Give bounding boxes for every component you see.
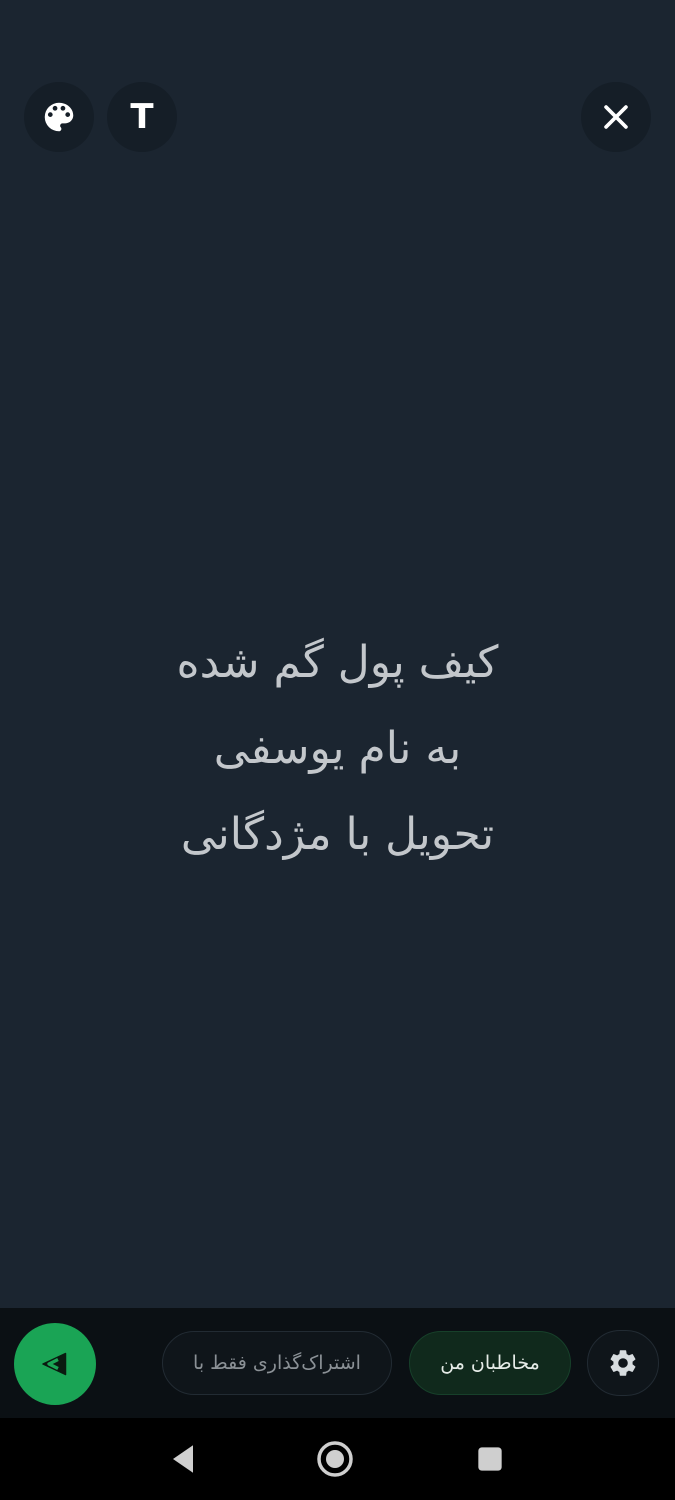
status-text-line-3: تحویل با مژدگانی: [180, 809, 495, 860]
my-contacts-button[interactable]: مخاطبان من: [409, 1331, 571, 1395]
home-icon: [317, 1441, 353, 1477]
gear-icon: [610, 1350, 636, 1376]
close-icon: [604, 105, 628, 129]
nav-back-button[interactable]: [160, 1436, 206, 1482]
nav-home-button[interactable]: [312, 1436, 358, 1482]
text-style-label: T: [130, 97, 154, 137]
nav-recents-button[interactable]: [467, 1436, 513, 1482]
palette-button[interactable]: [24, 82, 94, 152]
close-button[interactable]: [581, 82, 651, 152]
share-only-with-button[interactable]: اشتراک‌گذاری فقط با: [162, 1331, 392, 1395]
status-text-line-2: به نام یوسفی: [213, 723, 462, 774]
text-style-button[interactable]: T: [107, 82, 177, 152]
privacy-settings-button[interactable]: [587, 1330, 659, 1396]
system-navigation-bar: [0, 1418, 675, 1500]
palette-icon: [44, 102, 74, 132]
send-button[interactable]: [14, 1323, 96, 1405]
send-icon: [42, 1352, 67, 1376]
status-text[interactable]: کیف پول گم شده به نام یوسفی تحویل با مژد…: [0, 620, 675, 878]
back-icon: [173, 1445, 193, 1473]
recents-icon: [478, 1447, 502, 1471]
status-text-line-1: کیف پول گم شده: [176, 637, 499, 688]
share-only-with-label: اشتراک‌گذاری فقط با: [193, 1352, 361, 1374]
my-contacts-label: مخاطبان من: [440, 1352, 540, 1374]
status-composer-screen: T کیف پول گم شده به نام یوسفی تحویل با م…: [0, 0, 675, 1500]
bottom-bar: اشتراک‌گذاری فقط با مخاطبان من: [0, 1308, 675, 1418]
